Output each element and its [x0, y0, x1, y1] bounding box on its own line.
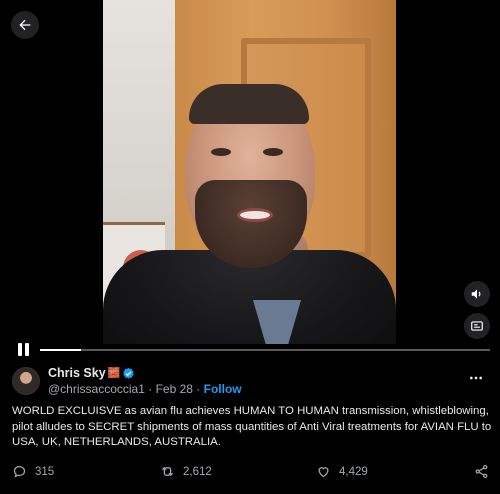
pause-button[interactable] [18, 343, 32, 357]
like-count: 4,429 [339, 465, 368, 478]
meta-separator-2: · [196, 382, 201, 396]
video-settings-icon [471, 321, 483, 331]
meta-separator: · [148, 382, 153, 396]
author-emoji: 🧱 [107, 367, 121, 379]
video-frame-hair [189, 84, 309, 124]
video-player[interactable] [103, 0, 396, 344]
reply-count: 315 [35, 465, 55, 478]
reply-button[interactable]: 315 [12, 464, 54, 479]
repost-count: 2,612 [183, 465, 212, 478]
volume-button[interactable] [464, 281, 490, 307]
avatar[interactable] [12, 367, 40, 395]
post-date[interactable]: Feb 28 [156, 382, 193, 396]
author-handle[interactable]: @chrissaccoccia1 [48, 382, 145, 396]
video-frame-mouth [237, 208, 273, 222]
video-progress-bar[interactable] [40, 349, 490, 351]
reply-icon [13, 465, 26, 478]
like-button[interactable]: 4,429 [316, 464, 368, 479]
video-frame-eye-right [263, 148, 283, 156]
verified-badge-icon [123, 367, 134, 379]
post-actions: 315 2,612 4,429 [12, 464, 488, 480]
more-options-icon [470, 376, 482, 380]
share-icon [475, 464, 488, 479]
author-name[interactable]: Chris Sky [48, 366, 106, 380]
author-name-row[interactable]: Chris Sky 🧱 [48, 366, 135, 380]
pause-icon [18, 343, 22, 356]
video-progress-fill [40, 349, 81, 351]
video-frame-eye-left [211, 148, 231, 156]
video-settings-button[interactable] [464, 313, 490, 339]
pause-icon-bar [25, 343, 29, 356]
follow-button[interactable]: Follow [204, 382, 242, 396]
more-options-button[interactable] [468, 370, 484, 389]
post-meta: @chrissaccoccia1 · Feb 28 · Follow [48, 382, 242, 396]
share-button[interactable] [474, 464, 489, 479]
repost-button[interactable]: 2,612 [160, 464, 212, 479]
repost-icon [162, 466, 173, 477]
post-text: WORLD EXCLUISVE as avian flu achieves HU… [12, 405, 492, 448]
volume-icon [471, 289, 481, 299]
heart-icon [318, 467, 329, 478]
back-button[interactable] [11, 11, 39, 39]
arrow-left-icon [19, 19, 31, 31]
